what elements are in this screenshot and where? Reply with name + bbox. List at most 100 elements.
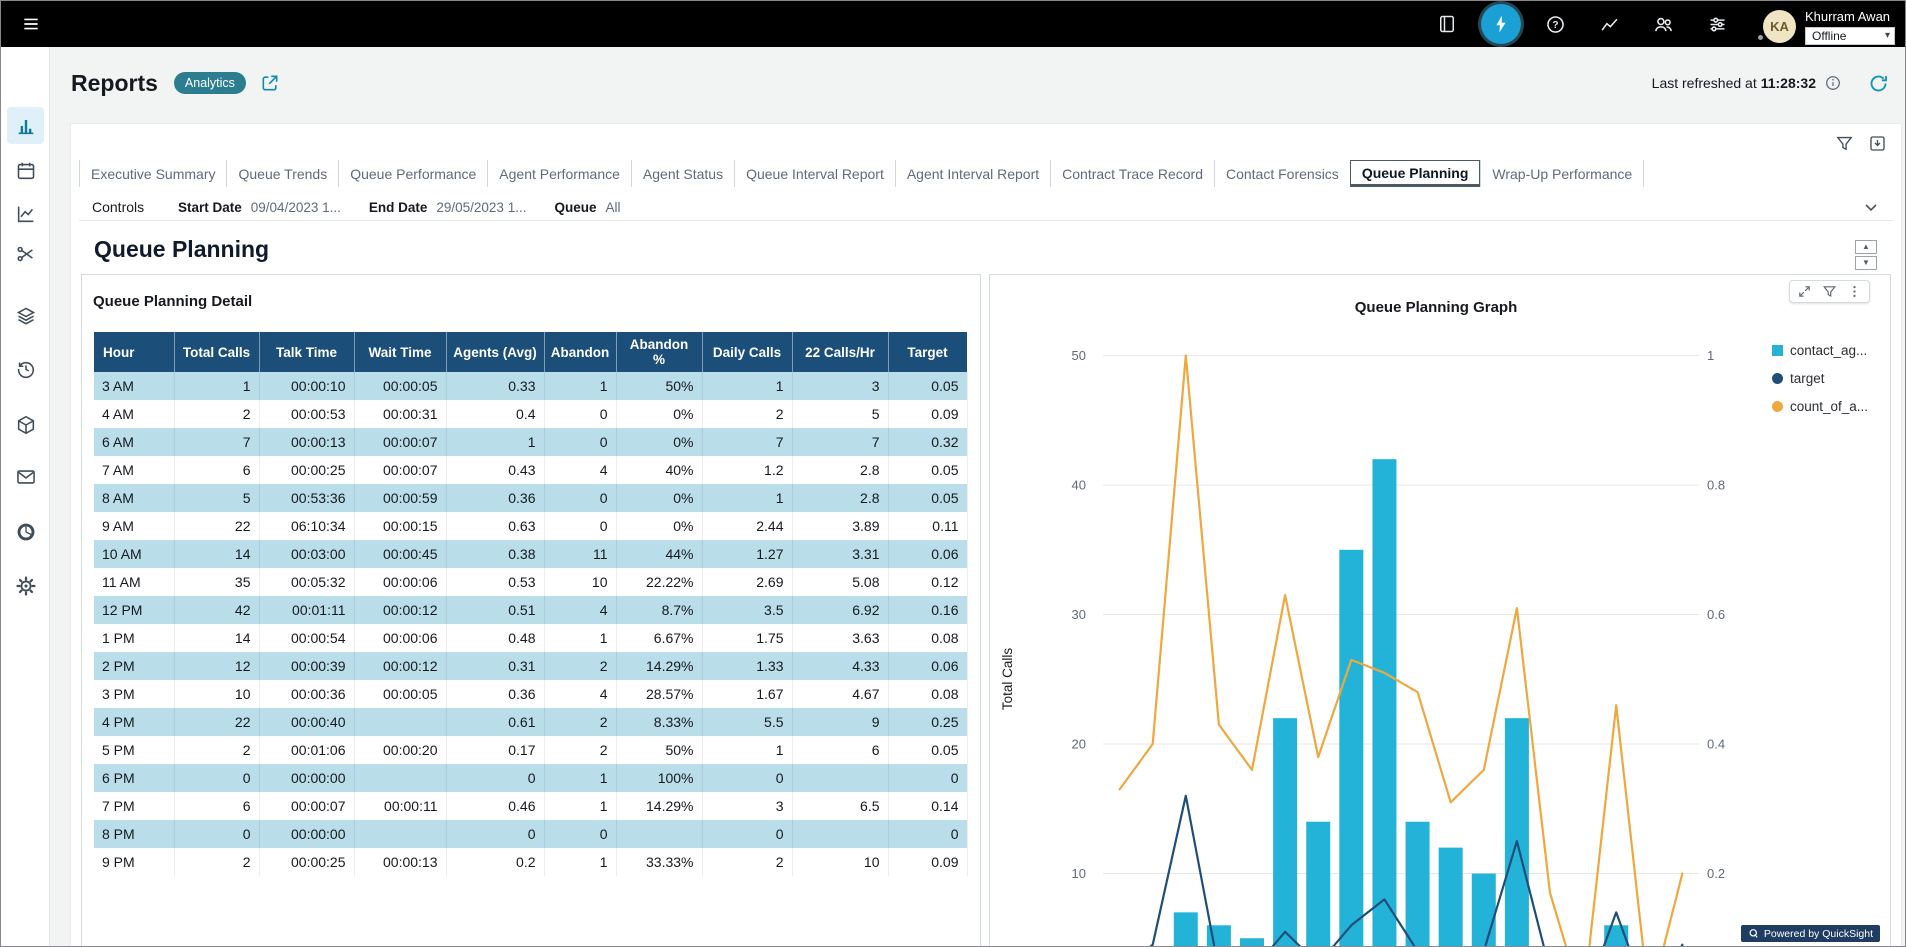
sidebar-item-metrics[interactable] xyxy=(7,513,44,550)
scroll-down-icon[interactable]: ▼ xyxy=(1855,256,1877,270)
chart-title: Queue Planning Graph xyxy=(990,299,1882,316)
controls-collapse-chevron-icon[interactable] xyxy=(1861,197,1881,217)
visual-menu xyxy=(1789,280,1870,303)
column-header-target[interactable]: Target xyxy=(888,332,967,372)
navbar-actions: ? KA Khurram Awan Offline xyxy=(1427,1,1895,47)
column-header-abandon[interactable]: Abandon % xyxy=(616,332,702,372)
table-row[interactable]: 8 PM000:00:000000 xyxy=(94,820,967,848)
controls-bar: Controls Start Date09/04/2023 1...End Da… xyxy=(79,194,1893,221)
user-name: Khurram Awan xyxy=(1805,9,1895,24)
flash-icon[interactable] xyxy=(1481,4,1521,44)
help-icon[interactable]: ? xyxy=(1535,4,1575,44)
control-queue[interactable]: QueueAll xyxy=(554,200,620,215)
sidebar-item-trends[interactable] xyxy=(7,195,44,232)
tab-contract-trace-record[interactable]: Contract Trace Record xyxy=(1050,160,1214,187)
kebab-menu-icon[interactable] xyxy=(1847,284,1862,299)
control-start-date[interactable]: Start Date09/04/2023 1... xyxy=(178,200,341,215)
sidebar-item-reports[interactable] xyxy=(7,107,44,144)
notes-icon[interactable] xyxy=(1427,4,1467,44)
column-header-total-calls[interactable]: Total Calls xyxy=(174,332,259,372)
legend-marker-icon xyxy=(1772,401,1783,412)
svg-text:?: ? xyxy=(1552,20,1558,31)
column-header-wait-time[interactable]: Wait Time xyxy=(354,332,446,372)
tab-queue-trends[interactable]: Queue Trends xyxy=(226,160,338,187)
sidebar-item-calendar[interactable] xyxy=(7,152,44,189)
table-row[interactable]: 1 PM1400:00:5400:00:060.4816.67%1.753.63… xyxy=(94,624,967,652)
tab-queue-interval-report[interactable]: Queue Interval Report xyxy=(734,160,895,187)
control-end-date[interactable]: End Date29/05/2023 1... xyxy=(369,200,527,215)
column-header-agents-avg[interactable]: Agents (Avg) xyxy=(446,332,544,372)
calendar-icon xyxy=(15,160,37,182)
tab-agent-status[interactable]: Agent Status xyxy=(631,160,734,187)
cards-row: Queue Planning Detail HourTotal CallsTal… xyxy=(81,274,1891,947)
column-header-daily-calls[interactable]: Daily Calls xyxy=(702,332,792,372)
history-icon xyxy=(15,358,37,380)
refresh-icon[interactable] xyxy=(1868,73,1889,94)
table-row[interactable]: 9 PM200:00:2500:00:130.2133.33%2100.09 xyxy=(94,848,967,876)
sidebar-item-messages[interactable] xyxy=(7,458,44,495)
svg-text:20: 20 xyxy=(1072,737,1086,752)
scroll-up-icon[interactable]: ▲ xyxy=(1855,240,1877,254)
tab-agent-interval-report[interactable]: Agent Interval Report xyxy=(895,160,1050,187)
table-row[interactable]: 5 PM200:01:0600:00:200.17250%160.05 xyxy=(94,736,967,764)
legend-item-contact-ag[interactable]: contact_ag... xyxy=(1772,343,1868,358)
section-head: Queue Planning ▲ ▼ xyxy=(79,220,1893,274)
sidebar-item-layers[interactable] xyxy=(7,297,44,334)
tab-queue-performance[interactable]: Queue Performance xyxy=(338,160,487,187)
layers-icon xyxy=(15,305,37,327)
tab-wrap-up-performance[interactable]: Wrap-Up Performance xyxy=(1480,160,1644,187)
table-row[interactable]: 12 PM4200:01:1100:00:120.5148.7%3.56.920… xyxy=(94,596,967,624)
table-row[interactable]: 4 AM200:00:5300:00:310.400%250.09 xyxy=(94,400,967,428)
table-row[interactable]: 10 AM1400:03:0000:00:450.381144%1.273.31… xyxy=(94,540,967,568)
tab-agent-performance[interactable]: Agent Performance xyxy=(487,160,631,187)
sidebar-item-routing[interactable] xyxy=(7,235,44,272)
app-window: ? KA Khurram Awan Offline xyxy=(0,0,1906,947)
table-row[interactable]: 11 AM3500:05:3200:00:060.531022.22%2.695… xyxy=(94,568,967,596)
filter-icon[interactable] xyxy=(1822,284,1837,299)
table-row[interactable]: 7 AM600:00:2500:00:070.43440%1.22.80.05 xyxy=(94,456,967,484)
column-header-talk-time[interactable]: Talk Time xyxy=(259,332,354,372)
export-icon[interactable] xyxy=(1868,134,1887,153)
table-row[interactable]: 3 PM1000:00:3600:00:050.36428.57%1.674.6… xyxy=(94,680,967,708)
info-icon[interactable] xyxy=(1824,74,1842,92)
svg-text:50: 50 xyxy=(1072,348,1086,363)
external-link-icon[interactable] xyxy=(260,73,280,93)
gear-icon xyxy=(15,575,37,597)
column-header-22-calls-hr[interactable]: 22 Calls/Hr xyxy=(792,332,888,372)
expand-icon[interactable] xyxy=(1797,284,1812,299)
sidebar-item-history[interactable] xyxy=(7,350,44,387)
tab-executive-summary[interactable]: Executive Summary xyxy=(79,160,226,187)
table-row[interactable]: 7 PM600:00:0700:00:110.46114.29%36.50.14 xyxy=(94,792,967,820)
tabs: Executive SummaryQueue TrendsQueue Perfo… xyxy=(79,160,1831,187)
sliders-icon[interactable] xyxy=(1697,4,1737,44)
chevron-down-icon: ▾ xyxy=(1885,28,1890,44)
tab-queue-planning[interactable]: Queue Planning xyxy=(1350,160,1481,187)
column-header-abandon[interactable]: Abandon xyxy=(544,332,616,372)
filter-icon[interactable] xyxy=(1835,134,1854,153)
main-content: Reports Analytics Last refreshed at11:28… xyxy=(50,47,1905,946)
page-header: Reports Analytics Last refreshed at11:28… xyxy=(71,59,1889,107)
users-icon[interactable] xyxy=(1643,4,1683,44)
column-header-hour[interactable]: Hour xyxy=(94,332,174,372)
svg-text:30: 30 xyxy=(1072,607,1086,622)
table-row[interactable]: 2 PM1200:00:3900:00:120.31214.29%1.334.3… xyxy=(94,652,967,680)
table-row[interactable]: 4 PM2200:00:400.6128.33%5.590.25 xyxy=(94,708,967,736)
line-chart-icon[interactable] xyxy=(1589,4,1629,44)
quicksight-badge[interactable]: Powered by QuickSight xyxy=(1741,925,1880,942)
sidebar-item-settings[interactable] xyxy=(7,567,44,604)
legend-item-count-of-a[interactable]: count_of_a... xyxy=(1772,399,1868,414)
table-row[interactable]: 6 PM000:00:0001100%00 xyxy=(94,764,967,792)
tab-contact-forensics[interactable]: Contact Forensics xyxy=(1214,160,1350,187)
last-refreshed-text: Last refreshed at11:28:32 xyxy=(1652,75,1816,91)
table-row[interactable]: 9 AM2206:10:3400:00:150.6300%2.443.890.1… xyxy=(94,512,967,540)
avatar-initials: KA xyxy=(1763,10,1796,43)
table-row[interactable]: 8 AM500:53:3600:00:590.3600%12.80.05 xyxy=(94,484,967,512)
legend-item-target[interactable]: target xyxy=(1772,371,1868,386)
table-row[interactable]: 3 AM100:00:1000:00:050.33150%130.05 xyxy=(94,372,967,400)
table-row[interactable]: 6 AM700:00:1300:00:07100%770.32 xyxy=(94,428,967,456)
status-select[interactable]: Offline ▾ xyxy=(1805,27,1895,45)
avatar[interactable]: KA xyxy=(1763,10,1796,43)
section-title: Queue Planning xyxy=(94,236,269,263)
sidebar-item-modules[interactable] xyxy=(7,406,44,443)
hamburger-menu-icon[interactable] xyxy=(13,6,49,42)
